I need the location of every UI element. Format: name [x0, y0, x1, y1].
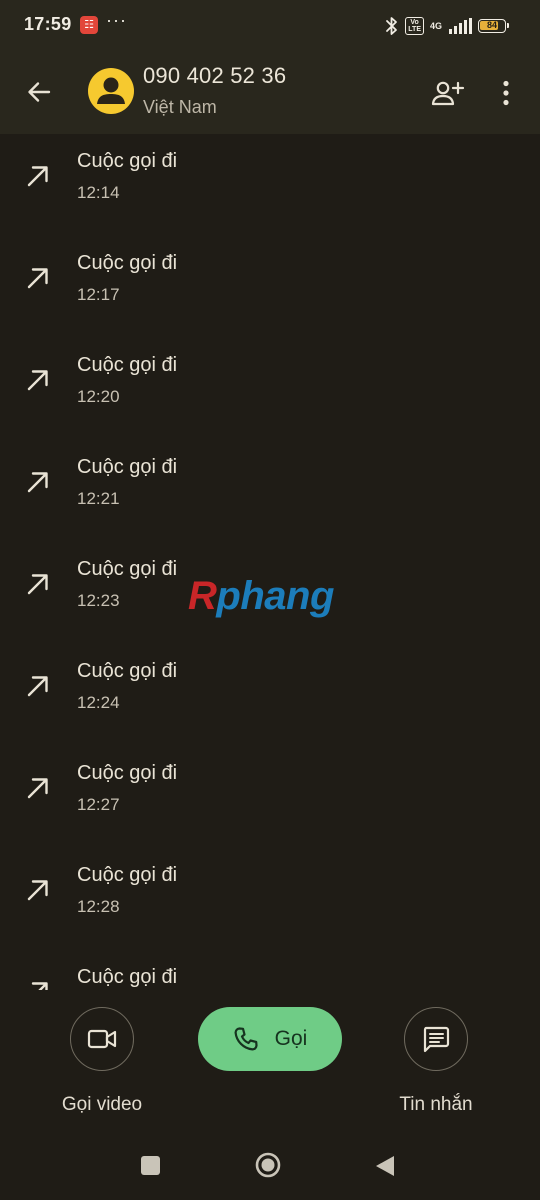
- phone-icon: [234, 1027, 258, 1051]
- watermark: Rphang: [188, 574, 334, 619]
- call-button-label: Gọi: [274, 1027, 308, 1050]
- battery-icon: 84: [478, 19, 509, 33]
- more-vert-icon: [503, 80, 509, 106]
- call-time-label: 12:27: [77, 795, 120, 814]
- message-label: Tin nhắn: [399, 1094, 473, 1115]
- call-history-item[interactable]: Cuộc gọi đi 12:21: [0, 440, 540, 542]
- call-history-item[interactable]: Cuộc gọi đi 12:27: [0, 746, 540, 848]
- person-icon: [97, 77, 125, 104]
- back-button[interactable]: [18, 71, 60, 113]
- arrow-left-icon: [28, 82, 51, 102]
- message-icon: [423, 1026, 450, 1053]
- call-time-label: 12:21: [77, 489, 120, 508]
- outgoing-call-icon: [27, 370, 48, 391]
- outgoing-call-icon: [27, 880, 48, 901]
- call-history-item[interactable]: Cuộc gọi đi 12:24: [0, 644, 540, 746]
- signal-strength-icon: [448, 18, 472, 34]
- app-bar: 090 402 52 36 Việt Nam: [0, 52, 540, 134]
- call-type-label: Cuộc gọi đi: [77, 456, 178, 478]
- call-history-item[interactable]: Cuộc gọi đi 12:20: [0, 338, 540, 440]
- call-type-label: Cuộc gọi đi: [77, 864, 178, 886]
- outgoing-call-icon: [27, 472, 48, 493]
- volte-badge: Vo LTE: [405, 17, 424, 35]
- outgoing-call-icon: [27, 166, 48, 187]
- more-options-button[interactable]: [490, 73, 522, 113]
- videocam-icon: [87, 1029, 117, 1049]
- recents-button[interactable]: [141, 1156, 160, 1175]
- call-details-screen: 17:59 ☷ ··· Vo LTE 4G 84 090 402 52 36 V…: [0, 0, 540, 1200]
- home-circle-icon: [255, 1152, 281, 1178]
- call-type-label: Cuộc gọi đi: [77, 252, 178, 274]
- outgoing-call-icon: [27, 676, 48, 697]
- watermark-first-letter: R: [188, 574, 217, 618]
- status-bar: 17:59 ☷ ··· Vo LTE 4G 84: [0, 0, 540, 52]
- call-history-item[interactable]: Cuộc gọi đi 12:28: [0, 848, 540, 950]
- call-history-list[interactable]: Cuộc gọi đi 12:14 Cuộc gọi đi 12:17 Cuộc gọi…: [0, 134, 540, 990]
- battery-level: 84: [486, 20, 497, 30]
- call-history-item[interactable]: Cuộc gọi đi 12:14: [0, 134, 540, 236]
- call-history-item[interactable]: Cuộc gọi đi 12:17: [0, 236, 540, 338]
- call-time-label: 12:20: [77, 387, 120, 406]
- outgoing-call-icon: [27, 574, 48, 595]
- contact-number: 090 402 52 36: [143, 63, 287, 88]
- message-button[interactable]: [404, 1007, 468, 1071]
- call-type-label: Cuộc gọi đi: [77, 966, 178, 988]
- action-bar: Gọi video Gọi Tin nhắn: [0, 990, 540, 1130]
- outgoing-call-icon: [31, 982, 48, 990]
- home-button[interactable]: [255, 1152, 281, 1178]
- more-notifications-icon: ···: [106, 10, 127, 30]
- call-time-label: 12:17: [77, 285, 120, 304]
- call-type-label: Cuộc gọi đi: [77, 150, 178, 172]
- call-time-label: 12:28: [77, 897, 120, 916]
- network-type-label: 4G: [429, 21, 442, 31]
- volte-label: Vo LTE: [408, 19, 421, 33]
- contact-avatar[interactable]: [88, 68, 134, 114]
- call-type-label: Cuộc gọi đi: [77, 660, 178, 682]
- call-time-label: 12:14: [77, 183, 120, 202]
- call-type-label: Cuộc gọi đi: [77, 354, 178, 376]
- battery-tip: [507, 23, 509, 28]
- call-time-label: 12:23: [77, 591, 120, 610]
- call-type-label: Cuộc gọi đi: [77, 558, 178, 580]
- triangle-back-icon: [376, 1156, 394, 1176]
- call-history-item[interactable]: Cuộc gọi đi: [0, 950, 540, 990]
- outgoing-call-icon: [27, 778, 48, 799]
- notification-app-icon: ☷: [80, 16, 98, 34]
- bluetooth-icon: [385, 16, 399, 36]
- contact-region: Việt Nam: [143, 97, 217, 117]
- outgoing-call-icon: [27, 268, 48, 289]
- call-button[interactable]: Gọi: [198, 1007, 342, 1071]
- video-call-button[interactable]: [70, 1007, 134, 1071]
- call-time-label: 12:24: [77, 693, 120, 712]
- add-contact-button[interactable]: [428, 73, 468, 113]
- system-navigation-bar: [0, 1130, 540, 1200]
- status-time: 17:59: [24, 14, 72, 34]
- system-back-button[interactable]: [374, 1154, 396, 1178]
- call-type-label: Cuộc gọi đi: [77, 762, 178, 784]
- person-add-icon: [431, 81, 465, 106]
- status-indicators: Vo LTE 4G 84: [385, 14, 509, 38]
- video-call-label: Gọi video: [61, 1094, 143, 1115]
- watermark-rest: phang: [216, 574, 334, 618]
